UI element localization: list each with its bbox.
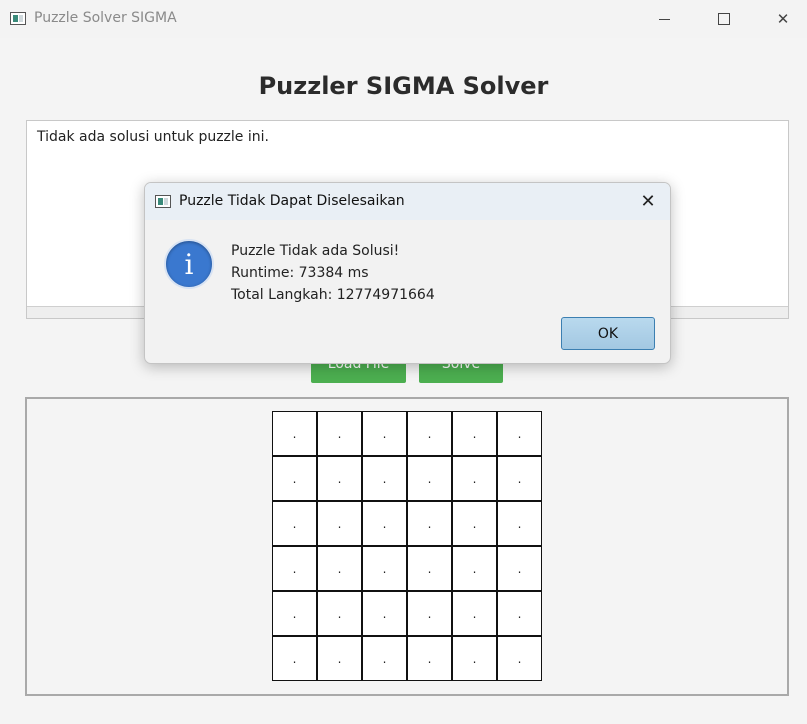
board-cell: . [272, 456, 317, 501]
puzzle-board-grid: .................................... [272, 411, 543, 682]
board-cell: . [362, 456, 407, 501]
board-cell: . [362, 501, 407, 546]
board-cell: . [407, 456, 452, 501]
board-cell: . [272, 591, 317, 636]
board-cell: . [272, 636, 317, 681]
board-cell: . [362, 546, 407, 591]
maximize-icon [718, 13, 730, 25]
minimize-icon [658, 18, 670, 20]
board-cell: . [452, 456, 497, 501]
board-cell: . [317, 591, 362, 636]
board-cell: . [317, 456, 362, 501]
board-cell: . [497, 501, 542, 546]
board-cell: . [407, 591, 452, 636]
dialog-close-button[interactable]: ✕ [634, 187, 662, 215]
board-cell: . [497, 456, 542, 501]
board-cell: . [272, 501, 317, 546]
ok-button[interactable]: OK [561, 317, 655, 350]
dialog-title: Puzzle Tidak Dapat Diselesaikan [179, 193, 405, 209]
board-cell: . [452, 636, 497, 681]
dialog-message-runtime: Runtime: 73384 ms [231, 265, 369, 281]
board-cell: . [497, 636, 542, 681]
output-text: Tidak ada solusi untuk puzzle ini. [37, 129, 269, 145]
board-cell: . [497, 546, 542, 591]
board-cell: . [407, 501, 452, 546]
board-cell: . [407, 636, 452, 681]
board-cell: . [362, 591, 407, 636]
board-cell: . [407, 411, 452, 456]
board-cell: . [497, 411, 542, 456]
board-cell: . [362, 411, 407, 456]
dialog-message-status: Puzzle Tidak ada Solusi! [231, 243, 400, 259]
dialog-app-icon [155, 195, 171, 208]
board-cell: . [452, 591, 497, 636]
board-cell: . [272, 546, 317, 591]
board-cell: . [452, 411, 497, 456]
page-title: Puzzler SIGMA Solver [258, 72, 549, 100]
result-dialog: Puzzle Tidak Dapat Diselesaikan ✕ i Puzz… [144, 182, 671, 364]
board-cell: . [362, 636, 407, 681]
info-icon: i [164, 239, 214, 289]
board-cell: . [452, 546, 497, 591]
window-title: Puzzle Solver SIGMA [34, 10, 177, 26]
app-icon [10, 12, 26, 25]
close-window-button[interactable]: ✕ [754, 0, 807, 38]
board-cell: . [452, 501, 497, 546]
board-cell: . [272, 411, 317, 456]
board-cell: . [317, 636, 362, 681]
board-cell: . [317, 501, 362, 546]
board-cell: . [497, 591, 542, 636]
board-cell: . [317, 546, 362, 591]
window-titlebar: Puzzle Solver SIGMA ✕ [0, 0, 807, 38]
dialog-titlebar: Puzzle Tidak Dapat Diselesaikan ✕ [145, 183, 670, 220]
dialog-message-steps: Total Langkah: 12774971664 [231, 287, 435, 303]
board-cell: . [317, 411, 362, 456]
board-cell: . [407, 546, 452, 591]
minimize-button[interactable] [635, 0, 693, 38]
maximize-button[interactable] [695, 0, 753, 38]
